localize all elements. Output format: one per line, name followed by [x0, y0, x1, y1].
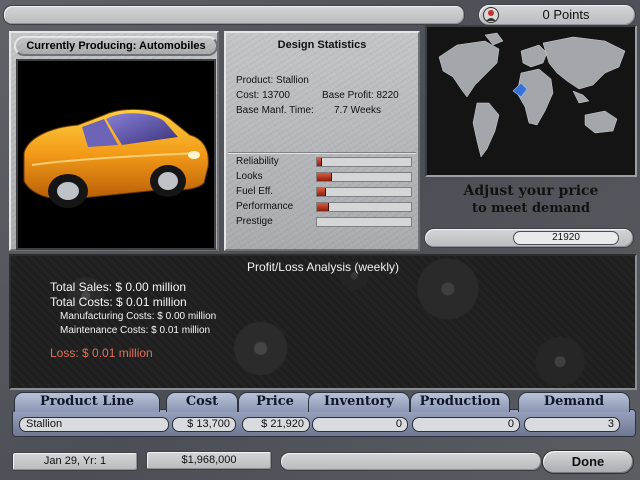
done-button[interactable]: Done — [542, 450, 634, 474]
price-box: 21920 — [424, 228, 634, 248]
price-caption-line1: Adjust your price — [463, 183, 599, 199]
stat-track — [316, 202, 412, 212]
price-caption: Adjust your price to meet demand — [425, 183, 637, 217]
row-production: 0 — [412, 417, 520, 432]
loss-value: Loss: $ 0.01 million — [50, 346, 153, 360]
stat-reliability: Reliability — [236, 155, 416, 170]
row-inventory: 0 — [312, 417, 408, 432]
product-table: Product Line Cost Price Inventory Produc… — [12, 392, 636, 438]
asia-shape — [542, 36, 626, 90]
indonesia-shape — [572, 90, 590, 104]
total-sales: Total Sales: $ 0.00 million — [50, 280, 187, 294]
stat-track — [316, 157, 412, 167]
base-manf-value: 7.7 Weeks — [334, 105, 382, 116]
price-caption-line2: to meet demand — [471, 201, 591, 216]
design-statistics-panel: Design Statistics Product: Stallion Cost… — [224, 31, 420, 251]
europe-shape — [520, 44, 548, 68]
stat-track — [316, 172, 412, 182]
stat-prestige: Prestige — [236, 215, 416, 230]
row-price: $ 21,920 — [242, 417, 310, 432]
header-production: Production — [410, 392, 510, 412]
top-status-bar — [3, 5, 465, 25]
car-image — [16, 59, 216, 250]
producing-title: Currently Producing: Automobiles — [14, 36, 218, 56]
stat-label: Looks — [236, 171, 263, 182]
stat-label: Prestige — [236, 216, 273, 227]
world-map[interactable] — [425, 25, 637, 177]
product-info: Product: Stallion Cost: 13700 Base Profit… — [236, 73, 399, 118]
row-cost: $ 13,700 — [172, 417, 236, 432]
base-manf-label: Base Manf. Time: — [236, 105, 314, 116]
header-cost: Cost — [166, 392, 238, 412]
header-product-line: Product Line — [14, 392, 160, 412]
africa-shape — [516, 68, 554, 126]
stat-performance: Performance — [236, 200, 416, 215]
south-america-shape — [472, 102, 500, 158]
north-america-shape — [438, 40, 500, 98]
points-value: 0 Points — [542, 7, 590, 22]
world-map-drawing — [438, 32, 626, 158]
stat-looks: Looks — [236, 170, 416, 185]
stat-track — [316, 217, 412, 227]
maintenance-costs: Maintenance Costs: $ 0.01 million — [60, 325, 211, 336]
stat-label: Performance — [236, 201, 294, 212]
stat-fill — [317, 203, 330, 211]
product-cost: Cost: 13700 — [236, 90, 290, 101]
header-inventory: Inventory — [308, 392, 410, 412]
row-demand: 3 — [524, 417, 620, 432]
car-illustration — [23, 108, 209, 208]
profit-loss-panel: Profit/Loss Analysis (weekly) Total Sale… — [9, 254, 637, 390]
manufacturing-costs: Manufacturing Costs: $ 0.00 million — [60, 311, 217, 322]
person-icon — [483, 7, 499, 23]
base-profit: Base Profit: 8220 — [322, 90, 399, 101]
producing-panel: Currently Producing: Automobiles — [9, 31, 219, 251]
design-title: Design Statistics — [277, 39, 367, 51]
points-display: 0 Points — [478, 4, 636, 26]
stat-fuel-eff: Fuel Eff. — [236, 185, 416, 200]
date-display: Jan 29, Yr: 1 — [12, 452, 138, 471]
stat-list: Reliability Looks Fuel Eff. Performance … — [236, 155, 416, 230]
stat-fill — [317, 173, 333, 181]
header-price: Price — [238, 392, 312, 412]
analysis-title: Profit/Loss Analysis (weekly) — [246, 260, 400, 274]
product-name: Product: Stallion — [236, 75, 309, 86]
bottom-status-strip — [280, 452, 542, 471]
stat-divider — [228, 152, 416, 154]
header-demand: Demand — [518, 392, 630, 412]
stat-fill — [317, 158, 322, 166]
stat-label: Fuel Eff. — [236, 186, 274, 197]
stat-fill — [317, 188, 327, 196]
cash-display: $1,968,000 — [146, 451, 272, 470]
australia-shape — [584, 110, 618, 134]
row-product[interactable]: Stallion — [19, 417, 169, 432]
stat-track — [316, 187, 412, 197]
price-input[interactable]: 21920 — [513, 231, 619, 245]
total-costs: Total Costs: $ 0.01 million — [50, 295, 187, 309]
stat-label: Reliability — [236, 156, 279, 167]
